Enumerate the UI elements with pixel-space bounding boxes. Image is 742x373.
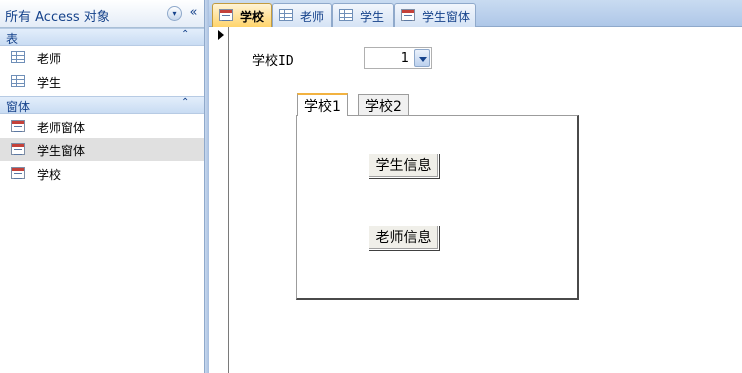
nav-item-label: 学生 (37, 76, 62, 90)
chevron-down-icon[interactable] (414, 49, 430, 67)
navigation-pane: 所有 Access 对象 ▾ « 表 ⌃ 老师 学生 窗体 ⌃ 老师窗体 学生窗… (0, 0, 205, 373)
table-icon (279, 9, 293, 21)
chevron-up-icon[interactable]: ⌃ (181, 29, 189, 40)
nav-item-form-student[interactable]: 学生窗体 (0, 138, 204, 161)
school-id-combobox[interactable]: 1 (364, 47, 432, 69)
doc-tab-student-form[interactable]: 学生窗体 (394, 3, 476, 27)
form-icon (11, 143, 25, 155)
nav-group-forms[interactable]: 窗体 ⌃ (0, 96, 205, 114)
table-icon (339, 9, 353, 21)
nav-item-form-school[interactable]: 学校 (0, 162, 204, 185)
record-selector[interactable] (209, 27, 229, 373)
nav-pane-header[interactable]: 所有 Access 对象 ▾ « (0, 0, 205, 28)
current-record-arrow-icon (218, 30, 224, 40)
nav-group-label: 窗体 (6, 100, 31, 114)
nav-item-label: 学生窗体 (37, 144, 86, 158)
doc-tab-label: 学校 (240, 10, 265, 24)
nav-pane-title[interactable]: 所有 Access 对象 (5, 6, 110, 25)
form-tab-school1[interactable]: 学校1 (297, 93, 348, 116)
doc-tab-student[interactable]: 学生 (332, 3, 394, 27)
student-info-button[interactable]: 学生信息 (368, 153, 439, 178)
chevron-up-icon[interactable]: ⌃ (181, 97, 189, 108)
doc-tab-label: 学生 (360, 10, 385, 24)
document-tab-strip: 学校 老师 学生 学生窗体 (209, 0, 742, 27)
school-id-label: 学校ID (252, 54, 294, 69)
table-icon (11, 51, 25, 63)
teacher-info-button[interactable]: 老师信息 (368, 225, 439, 250)
nav-menu-dropdown-icon[interactable]: ▾ (167, 6, 182, 21)
form-icon (11, 120, 25, 132)
nav-item-table-student[interactable]: 学生 (0, 70, 204, 93)
nav-item-label: 学校 (37, 168, 62, 182)
nav-group-label: 表 (6, 32, 19, 46)
doc-tab-label: 老师 (300, 10, 325, 24)
form-icon (219, 9, 233, 21)
nav-item-label: 老师窗体 (37, 121, 86, 135)
collapse-pane-icon[interactable]: « (186, 6, 201, 21)
doc-tab-school[interactable]: 学校 (212, 3, 272, 27)
nav-item-table-teacher[interactable]: 老师 (0, 46, 204, 69)
form-tab-school2[interactable]: 学校2 (358, 94, 409, 116)
form-icon (11, 167, 25, 179)
school-id-value[interactable]: 1 (401, 51, 409, 66)
table-icon (11, 75, 25, 87)
tab-page (296, 115, 579, 300)
form-icon (401, 9, 415, 21)
nav-item-label: 老师 (37, 52, 62, 66)
nav-group-tables[interactable]: 表 ⌃ (0, 28, 205, 46)
doc-tab-label: 学生窗体 (422, 10, 471, 24)
doc-tab-teacher[interactable]: 老师 (272, 3, 332, 27)
nav-item-form-teacher[interactable]: 老师窗体 (0, 115, 204, 138)
